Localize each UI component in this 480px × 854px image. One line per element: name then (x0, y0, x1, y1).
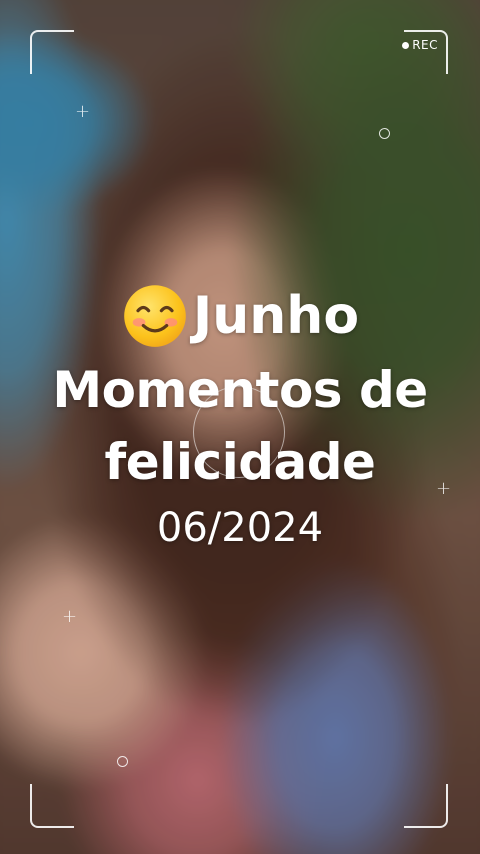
date-label: 06/2024 (156, 505, 324, 551)
rec-indicator: REC (402, 38, 438, 52)
rec-label: REC (412, 38, 438, 52)
headline-line-2: felicidade (104, 433, 376, 491)
record-dot-icon (402, 41, 410, 49)
plus-icon: + (62, 606, 78, 627)
viewfinder-corner-bottom-right (404, 784, 448, 828)
viewfinder-corner-top-right (404, 30, 448, 74)
month-label: Junho (192, 286, 360, 346)
headline-line-1: Momentos de (52, 361, 428, 419)
circle-marker-icon (117, 756, 128, 767)
smiling-face-icon (124, 285, 186, 347)
viewfinder-corner-bottom-left (30, 784, 74, 828)
viewfinder-corner-top-left (30, 30, 74, 74)
plus-icon: + (75, 101, 91, 122)
story-frame: REC + + + Junho Momentos de felicidade 0… (0, 0, 480, 854)
circle-marker-icon (379, 128, 390, 139)
caption: Junho Momentos de felicidade 06/2024 (0, 282, 480, 556)
month-line: Junho (0, 282, 480, 350)
